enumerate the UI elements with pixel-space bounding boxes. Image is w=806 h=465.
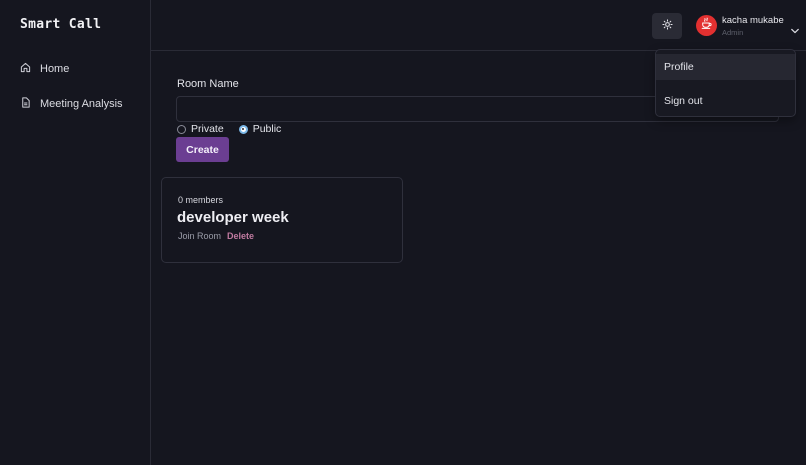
user-name: kacha mukabe (722, 15, 784, 26)
room-name-label: Room Name (177, 78, 239, 90)
sidebar: Smart Call Home Meeting Analysis (0, 0, 151, 465)
room-actions: Join Room Delete (178, 231, 254, 241)
top-header: kacha mukabe Admin (151, 0, 806, 51)
radio-public-indicator[interactable] (238, 124, 248, 134)
sun-icon (661, 17, 673, 35)
brand-title: Smart Call (20, 17, 102, 32)
chevron-down-icon (790, 21, 799, 39)
visibility-radio-group: Private Public (177, 123, 296, 135)
sidebar-item-label: Home (40, 63, 70, 75)
user-menu-trigger[interactable]: kacha mukabe Admin (696, 14, 799, 40)
room-card: 0 members developer week Join Room Delet… (161, 177, 403, 263)
delete-room-button[interactable]: Delete (227, 231, 254, 241)
menu-item-profile[interactable]: Profile (656, 54, 795, 80)
user-dropdown-menu: Profile Sign out (655, 49, 796, 117)
document-icon (20, 97, 31, 111)
radio-private[interactable]: Private (177, 123, 224, 135)
room-member-count: 0 members (178, 195, 224, 205)
join-room-button[interactable]: Join Room (178, 231, 221, 241)
radio-public-label: Public (252, 123, 282, 135)
radio-private-label: Private (191, 123, 224, 135)
theme-toggle-button[interactable] (652, 13, 682, 39)
java-logo-icon (700, 17, 713, 35)
user-role: Admin (722, 27, 744, 37)
menu-item-sign-out[interactable]: Sign out (656, 88, 795, 114)
user-info: kacha mukabe Admin (722, 14, 784, 36)
home-icon (20, 62, 31, 76)
sidebar-item-label: Meeting Analysis (40, 98, 123, 110)
room-title: developer week (177, 209, 289, 226)
avatar (696, 15, 717, 36)
sidebar-item-meeting-analysis[interactable]: Meeting Analysis (20, 94, 123, 114)
app-root: Smart Call Home Meeting Analysis kacha m… (0, 0, 806, 465)
radio-public[interactable]: Public (238, 123, 282, 135)
sidebar-item-home[interactable]: Home (20, 59, 69, 79)
radio-private-indicator[interactable] (177, 124, 186, 134)
create-room-button[interactable]: Create (176, 137, 229, 162)
